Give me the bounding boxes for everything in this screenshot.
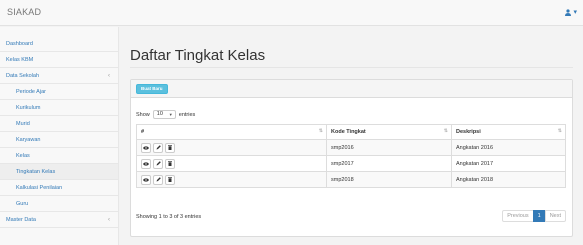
- pagination: Previous 1 Next: [502, 210, 566, 222]
- pencil-icon: [156, 177, 161, 182]
- chevron-down-icon: ▾: [573, 9, 577, 16]
- user-icon: [565, 8, 572, 16]
- delete-button[interactable]: [165, 158, 175, 169]
- sidebar-item-label: Periode Ajar: [16, 89, 46, 95]
- sidebar-item-label: Karyawan: [16, 137, 41, 143]
- kode-cell: smp2017: [326, 155, 452, 172]
- sidebar: Dashboard Kelas KBM Data Sekolah ‹ Period…: [0, 27, 119, 245]
- panel-heading: Buat Baru: [131, 80, 572, 98]
- tingkat-table: # ⇅ Kode Tingkat ⇅ Deskripsi ⇅ smp2016 Angk…: [136, 124, 566, 188]
- sidebar-item-label: Dashboard: [6, 41, 33, 47]
- page-length-select[interactable]: 10 ▼: [152, 110, 176, 119]
- row-actions: [136, 155, 327, 172]
- sidebar-item-label: Kalkulasi Penilaian: [16, 185, 63, 191]
- eye-icon: [143, 145, 149, 150]
- user-menu[interactable]: ▾: [565, 8, 577, 16]
- sidebar-item-kurikulum[interactable]: Kurikulum: [0, 100, 118, 116]
- sidebar-item-label: Data Sekolah: [6, 73, 40, 79]
- sidebar-item-dashboard[interactable]: Dashboard: [0, 36, 118, 52]
- trash-icon: [168, 161, 172, 166]
- edit-button[interactable]: [153, 158, 163, 169]
- sort-icon: ⇅: [557, 128, 562, 134]
- sidebar-item-kelas[interactable]: Kelas: [0, 148, 118, 164]
- sidebar-item-label: Tingkatan Kelas: [16, 169, 56, 175]
- delete-button[interactable]: [165, 174, 175, 185]
- sidebar-item-guru[interactable]: Guru: [0, 196, 118, 212]
- deskripsi-cell: Angkatan 2017: [451, 155, 566, 172]
- page-length-control: Show 10 ▼ entries: [136, 110, 195, 119]
- sidebar-item-data-sekolah[interactable]: Data Sekolah ‹: [0, 68, 118, 84]
- pencil-icon: [156, 145, 161, 150]
- page-title: Daftar Tingkat Kelas: [130, 47, 266, 64]
- eye-icon: [143, 161, 149, 166]
- new-button[interactable]: Buat Baru: [136, 84, 168, 94]
- sidebar-item-label: Murid: [16, 121, 30, 127]
- sidebar-item-tingkatan-kelas[interactable]: Tingkatan Kelas: [0, 164, 118, 180]
- page-length-value: 10: [156, 111, 163, 117]
- sort-icon: ⇅: [318, 128, 323, 134]
- top-navbar: SIAKAD ▾: [0, 0, 583, 26]
- sidebar-item-label: Kelas KBM: [6, 57, 34, 63]
- sidebar-item-label: Kurikulum: [16, 105, 41, 111]
- main-content: Daftar Tingkat Kelas Buat Baru Show 10 ▼…: [120, 27, 583, 245]
- table-info: Showing 1 to 3 of 3 entries: [136, 214, 202, 220]
- delete-button[interactable]: [165, 142, 175, 153]
- edit-button[interactable]: [153, 142, 163, 153]
- table-row: smp2016 Angkatan 2016: [136, 139, 566, 156]
- sidebar-item-label: Guru: [16, 201, 29, 207]
- previous-page-button[interactable]: Previous: [502, 210, 534, 222]
- pencil-icon: [156, 161, 161, 166]
- kode-cell: smp2016: [326, 139, 452, 156]
- sidebar-item-kalkulasi-penilaian[interactable]: Kalkulasi Penilaian: [0, 180, 118, 196]
- sidebar-item-murid[interactable]: Murid: [0, 116, 118, 132]
- entries-label: entries: [178, 111, 196, 118]
- sidebar-item-label: Kelas: [16, 153, 30, 159]
- deskripsi-cell: Angkatan 2018: [451, 171, 566, 188]
- table-row: smp2017 Angkatan 2017: [136, 155, 566, 172]
- title-divider: [130, 67, 573, 68]
- trash-icon: [168, 145, 172, 150]
- row-actions: [136, 171, 327, 188]
- view-button[interactable]: [141, 142, 151, 153]
- deskripsi-cell: Angkatan 2016: [451, 139, 566, 156]
- chevron-left-icon: ‹: [108, 73, 110, 79]
- next-page-button[interactable]: Next: [544, 210, 566, 222]
- sort-icon: ⇅: [443, 128, 448, 134]
- table-row: smp2018 Angkatan 2018: [136, 171, 566, 188]
- chevron-left-icon: ‹: [108, 217, 110, 223]
- sidebar-item-karyawan[interactable]: Karyawan: [0, 132, 118, 148]
- edit-button[interactable]: [153, 174, 163, 185]
- brand-logo[interactable]: SIAKAD: [7, 7, 41, 17]
- row-actions: [136, 139, 327, 156]
- column-header-deskripsi[interactable]: Deskripsi ⇅: [451, 124, 566, 140]
- sidebar-item-label: Master Data: [6, 217, 36, 223]
- page-1-button[interactable]: 1: [532, 210, 546, 222]
- view-button[interactable]: [141, 158, 151, 169]
- column-header-kode[interactable]: Kode Tingkat ⇅: [326, 124, 452, 140]
- kode-cell: smp2018: [326, 171, 452, 188]
- column-header-number[interactable]: # ⇅: [136, 124, 327, 140]
- chevron-down-icon: ▼: [168, 112, 173, 117]
- sidebar-item-master-data[interactable]: Master Data ‹: [0, 212, 118, 228]
- data-panel: Buat Baru Show 10 ▼ entries # ⇅ Kode Ting…: [130, 79, 573, 237]
- sidebar-item-periode-ajar[interactable]: Periode Ajar: [0, 84, 118, 100]
- show-label: Show: [136, 111, 150, 118]
- sidebar-item-kelas-kbm[interactable]: Kelas KBM: [0, 52, 118, 68]
- eye-icon: [143, 177, 149, 182]
- view-button[interactable]: [141, 174, 151, 185]
- trash-icon: [168, 177, 172, 182]
